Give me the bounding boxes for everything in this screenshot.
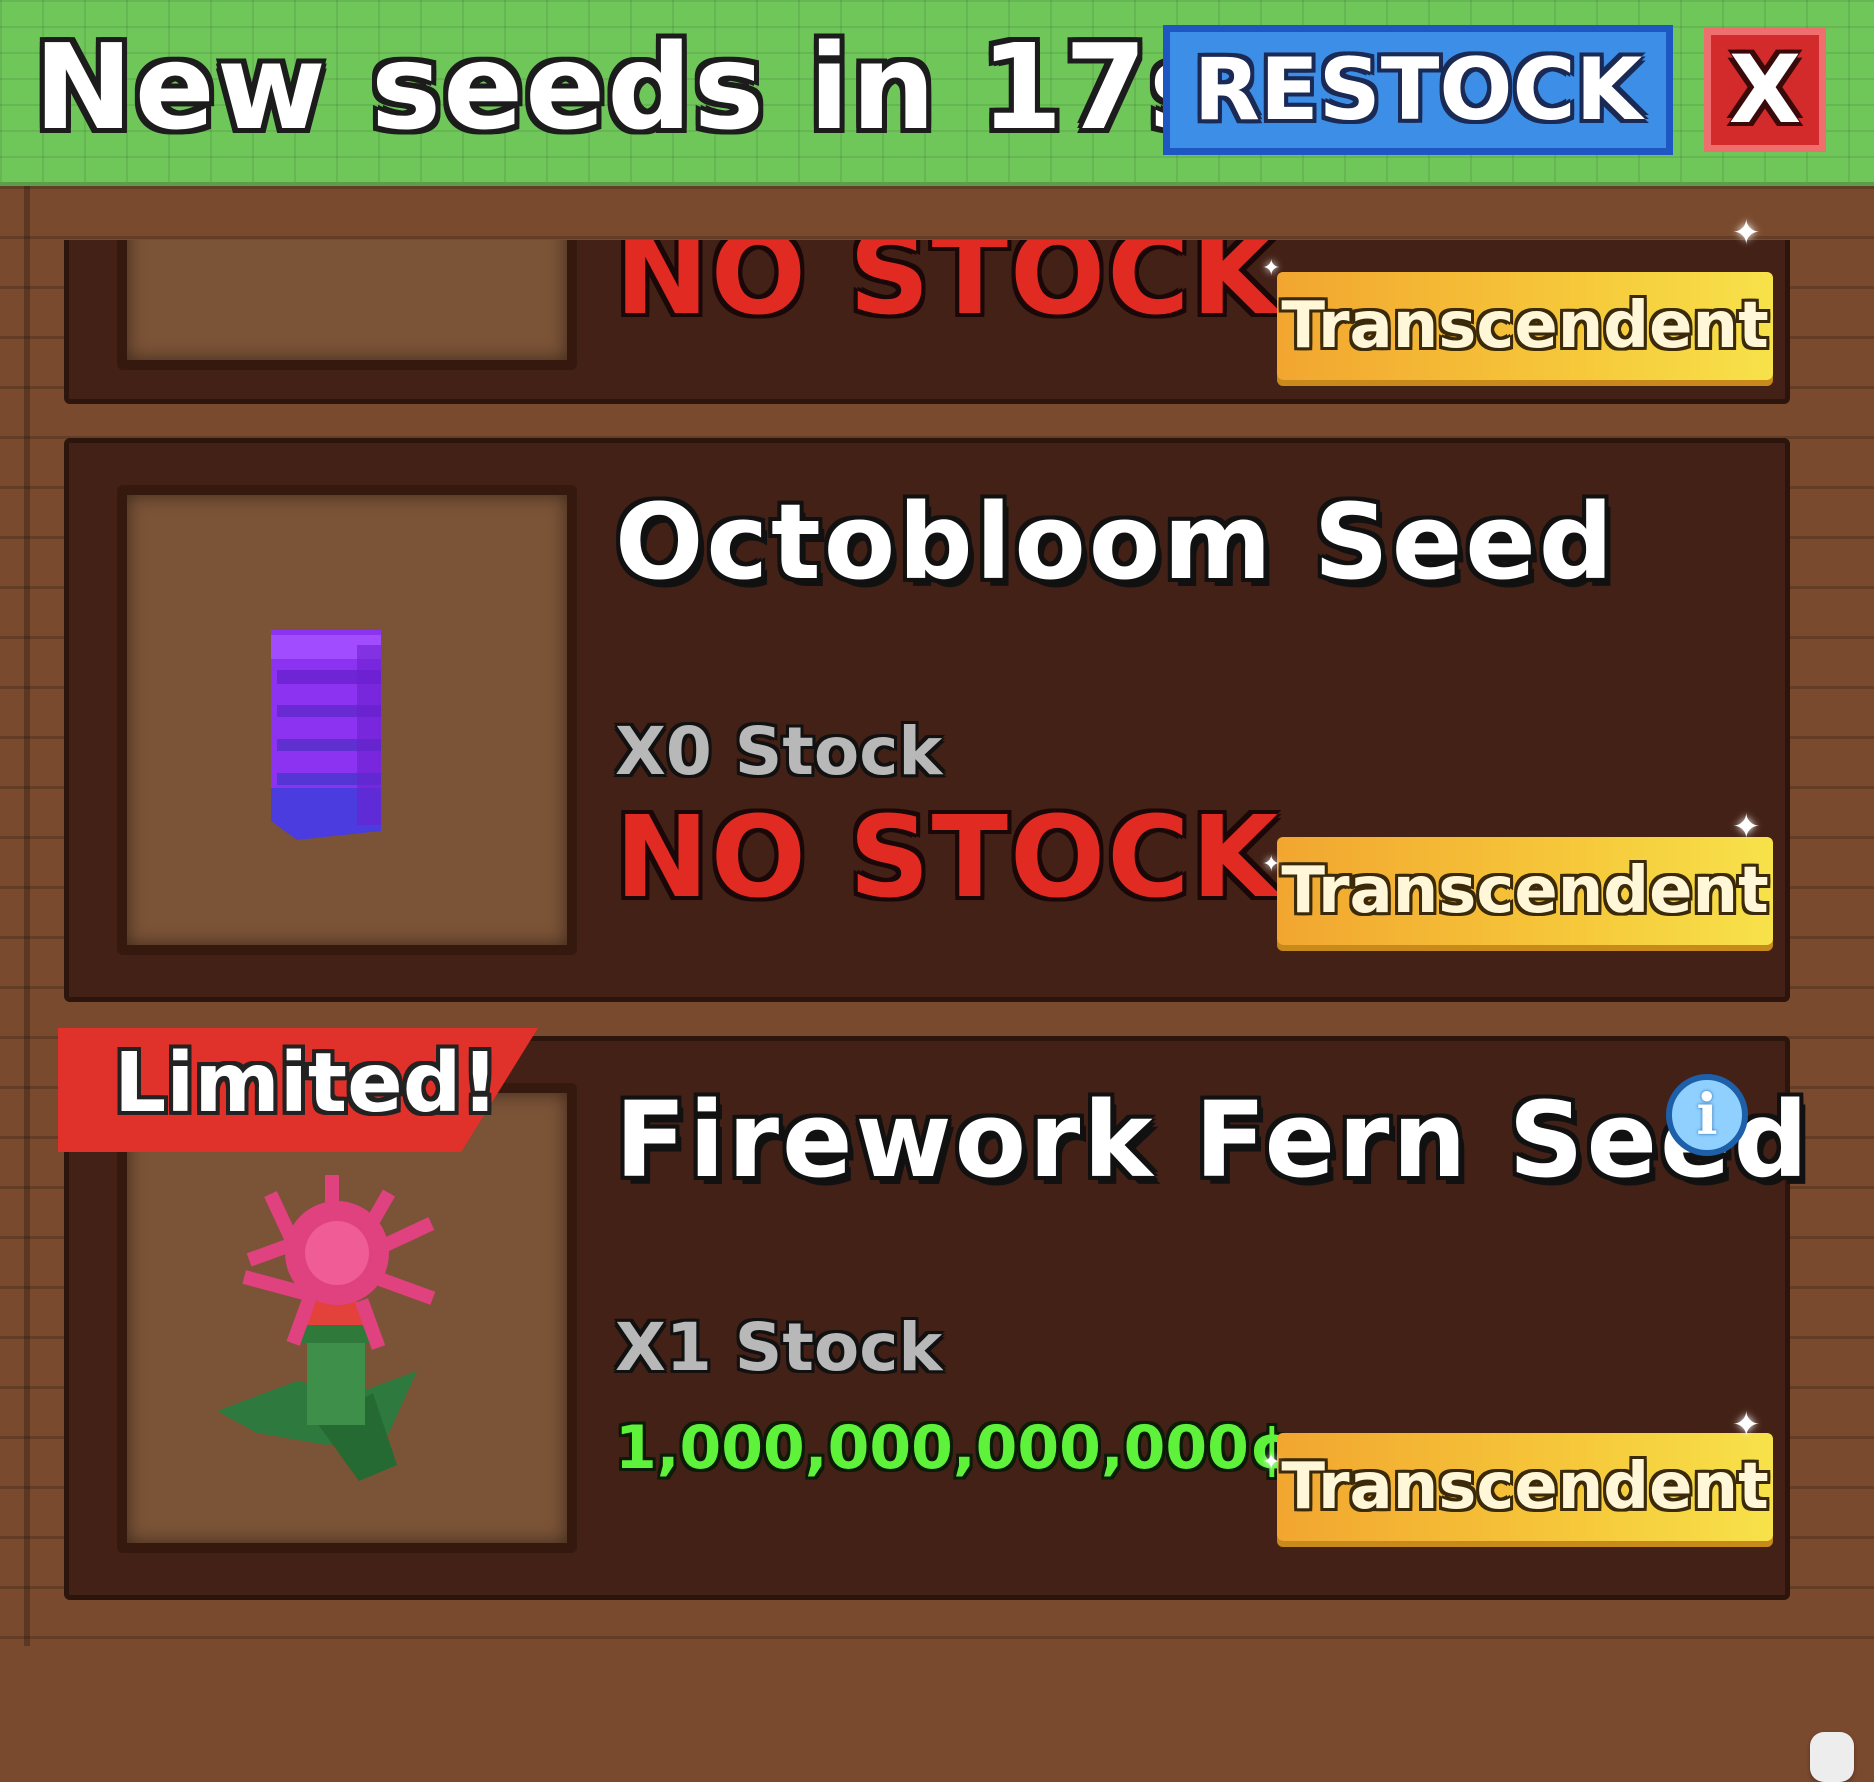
scrollbar-thumb[interactable] [1810,1732,1854,1782]
restock-timer-title: New seeds in 17s [34,18,1221,156]
seed-name: Octobloom Seed [615,481,1617,603]
limited-label: Limited! [114,1036,499,1131]
stock-count: X1 Stock [615,1309,943,1386]
seed-thumbnail [117,485,577,955]
seed-name: Firework Fern Seed [615,1079,1812,1201]
stock-count: X0 Stock [615,713,943,790]
rarity-badge[interactable]: Transcendent [1277,1433,1773,1541]
seed-card[interactable]: Octobloom Seed X0 Stock NO STOCK Transce… [64,438,1790,1002]
seed-thumbnail [117,240,577,370]
rarity-badge: Transcendent [1277,837,1773,945]
seed-card[interactable]: NO STOCK Transcendent [64,240,1790,404]
rarity-badge: Transcendent [1277,272,1773,380]
restock-button[interactable]: RESTOCK [1163,25,1673,155]
sparkle-icon: ✦ [1732,1405,1761,1445]
shop-header: New seeds in 17s RESTOCK X [0,0,1874,186]
sparkle-icon: ✦ [1732,807,1761,847]
no-stock-label: NO STOCK [615,240,1281,340]
sparkle-icon: ✦ [1262,1450,1281,1475]
purple-block-seed-icon [271,630,381,840]
sparkle-icon: ✦ [1262,852,1281,877]
seed-list[interactable]: NO STOCK Transcendent ✦ ✦ Octobloom Seed… [0,186,1874,1782]
sparkle-icon: ✦ [1732,213,1761,253]
no-stock-label: NO STOCK [615,793,1281,923]
price-label: 1,000,000,000,000¢ [615,1413,1291,1483]
pink-firework-fern-icon [217,1175,436,1481]
sparkle-icon: ✦ [1262,256,1281,281]
close-button[interactable]: X [1704,28,1826,152]
seed-thumbnail [117,1083,577,1553]
info-icon[interactable]: i [1666,1074,1748,1156]
